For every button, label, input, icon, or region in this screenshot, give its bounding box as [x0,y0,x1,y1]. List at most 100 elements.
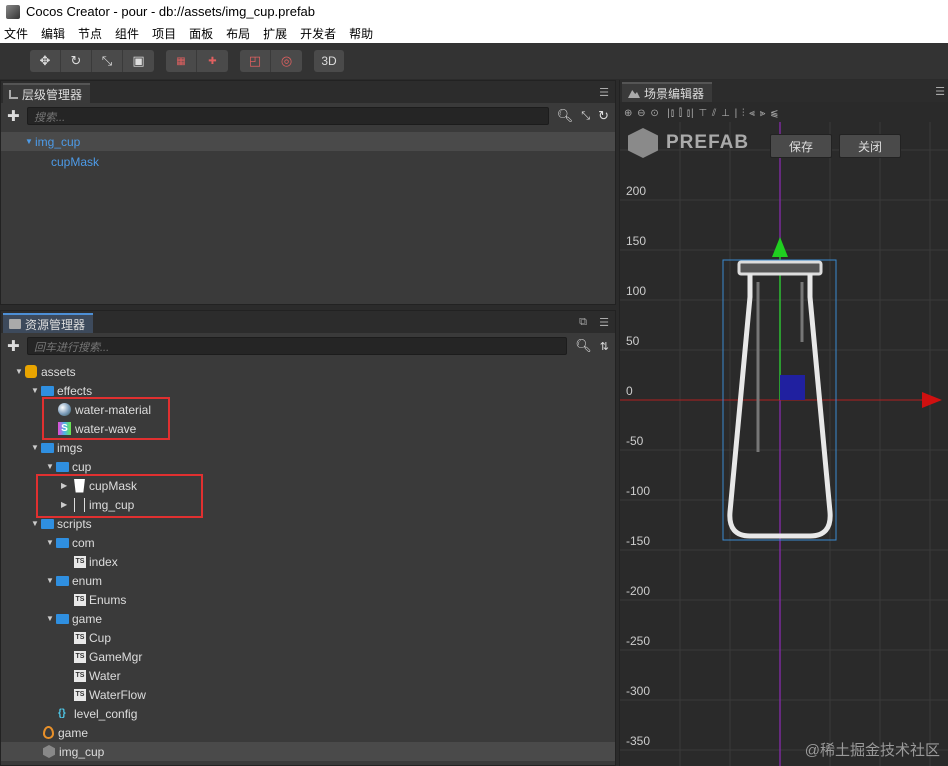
assets-search-input[interactable]: 回车进行搜索... [27,337,568,355]
menu-bar: 文件 编辑 节点 组件 项目 面板 布局 扩展 开发者 帮助 [0,23,948,43]
hierarchy-node-img-cup[interactable]: ▼ img_cup [1,132,615,151]
asset-item[interactable]: game [1,723,615,742]
asset-item[interactable]: TS Cup [1,628,615,647]
asset-item[interactable]: TS WaterFlow [1,685,615,704]
expand-arrow-icon[interactable]: ▼ [46,576,56,585]
scene-editor-panel: 场景编辑器 ☰ ⊕ ⊖ ⊙ |⫾ ⫿ ⫾| ⊤ ⫽ ⊥ | ⫶ ⫷ ⫸ ⫹ 20… [619,80,948,766]
prefab-save-button[interactable]: 保存 [770,134,832,158]
expand-arrow-icon[interactable]: ▼ [31,386,41,395]
asset-label: enum [72,573,103,588]
assets-db-icon [25,365,37,378]
menu-developer[interactable]: 开发者 [300,25,336,42]
typescript-icon: TS [74,650,86,663]
assets-popout-icon[interactable]: ⧉ [579,316,587,329]
sort-icon[interactable]: ⇅ [600,340,609,353]
scene-menu-icon[interactable]: ☰ [935,85,945,98]
asset-label: imgs [57,440,83,455]
hierarchy-node-cupmask[interactable]: cupMask [1,152,615,171]
folder-icon [41,518,54,529]
highlight-box-effects [42,397,170,440]
expand-arrow-icon[interactable]: ▼ [46,538,56,547]
search-icon[interactable]: 🔍︎ [575,338,592,354]
hierarchy-tab[interactable]: 层级管理器 [3,83,91,103]
zoom-out-icon[interactable]: ⊖ [637,108,646,119]
asset-item[interactable]: TS Enums [1,590,615,609]
align-tools-icon[interactable]: |⫾ ⫿ ⫾| ⊤ ⫽ ⊥ | ⫶ ⫷ ⫸ ⫹ [667,108,779,119]
menu-layout[interactable]: 布局 [226,25,250,42]
asset-item[interactable]: TS index [1,552,615,571]
scale-tool-icon[interactable]: ⤡ [92,50,123,72]
asset-item[interactable]: ▼ assets [1,362,615,381]
asset-label: Cup [89,630,112,645]
asset-label: assets [41,364,76,379]
expand-arrow-icon[interactable]: ▼ [46,614,56,623]
gizmo-icon[interactable]: ◎ [271,50,302,72]
x-axis-arrow-icon [922,392,942,408]
collapse-icon[interactable]: ⤡ [581,110,590,123]
asset-label: effects [57,383,93,398]
menu-file[interactable]: 文件 [4,25,28,42]
folder-icon [41,442,54,453]
pivot-icon[interactable]: ▦ [166,50,197,72]
asset-item[interactable]: img_cup [1,742,615,761]
hierarchy-search-row: ✚ 搜索... 🔍︎ ⤡ ↻ [1,103,615,129]
asset-item[interactable]: TS GameMgr [1,647,615,666]
expand-arrow-icon[interactable]: ▼ [31,519,41,528]
prefab-label: PREFAB [666,132,750,153]
highlight-box-cup-images [36,474,203,518]
watermark: @稀土掘金技术社区 [804,742,940,759]
rotate-tool-icon[interactable]: ↻ [61,50,92,72]
expand-arrow-icon[interactable]: ▼ [25,137,35,146]
ruler-labels: 200 150 100 50 0 -50 -100 -150 -200 -250… [626,184,650,748]
ruler-label: 150 [626,234,646,248]
typescript-icon: TS [74,555,86,568]
folder-icon [41,385,54,396]
ruler-label: -100 [626,484,650,498]
refresh-icon[interactable]: ↻ [598,108,609,124]
asset-item[interactable]: ▼ enum [1,571,615,590]
assets-menu-icon[interactable]: ☰ [599,316,609,329]
snap-icon[interactable]: ◰ [240,50,271,72]
assets-panel: 资源管理器 ⧉ ☰ ✚ 回车进行搜索... 🔍︎ ⇅ ▼ assets ▼ ef… [0,310,616,766]
menu-panel[interactable]: 面板 [189,25,213,42]
node-label: img_cup [35,134,81,149]
menu-node[interactable]: 节点 [78,25,102,42]
rect-tool-icon[interactable]: ▣ [123,50,154,72]
expand-arrow-icon[interactable]: ▼ [31,443,41,452]
asset-item[interactable]: ▼ imgs [1,438,615,457]
expand-arrow-icon[interactable]: ▼ [46,462,56,471]
toggle-3d-button[interactable]: 3D [314,50,344,72]
menu-component[interactable]: 组件 [115,25,139,42]
hierarchy-search-input[interactable]: 搜索... [27,107,549,125]
folder-icon [9,319,21,329]
folder-icon [56,613,69,624]
prefab-close-button[interactable]: 关闭 [839,134,901,158]
menu-project[interactable]: 项目 [152,25,176,42]
add-node-icon[interactable]: ✚ [7,107,23,125]
menu-help[interactable]: 帮助 [349,25,373,42]
assets-tab-label: 资源管理器 [25,317,86,332]
move-tool-icon[interactable]: ✥ [30,50,61,72]
asset-item[interactable]: TS Water [1,666,615,685]
scene-canvas[interactable]: 200 150 100 50 0 -50 -100 -150 -200 -250… [620,122,948,766]
expand-arrow-icon[interactable]: ▼ [15,367,25,376]
scene-tab[interactable]: 场景编辑器 [622,82,713,102]
asset-item[interactable]: ▼ com [1,533,615,552]
asset-item[interactable]: {} level_config [1,704,615,723]
zoom-in-icon[interactable]: ⊕ [624,108,633,119]
add-asset-icon[interactable]: ✚ [7,337,23,355]
menu-extension[interactable]: 扩展 [263,25,287,42]
menu-edit[interactable]: 编辑 [41,25,65,42]
hierarchy-menu-icon[interactable]: ☰ [599,86,609,99]
asset-item[interactable]: ▼ game [1,609,615,628]
transform-tools: ✥ ↻ ⤡ ▣ [30,50,154,72]
ruler-label: 200 [626,184,646,198]
typescript-icon: TS [74,593,86,606]
assets-tab[interactable]: 资源管理器 [3,313,94,333]
grid [620,122,948,766]
scene-tabbar: 场景编辑器 ☰ [620,80,948,102]
search-icon[interactable]: 🔍︎ [557,108,574,124]
local-icon[interactable]: ✚ [197,50,228,72]
snap-tools: ◰ ◎ [240,50,302,72]
zoom-fit-icon[interactable]: ⊙ [650,108,659,119]
